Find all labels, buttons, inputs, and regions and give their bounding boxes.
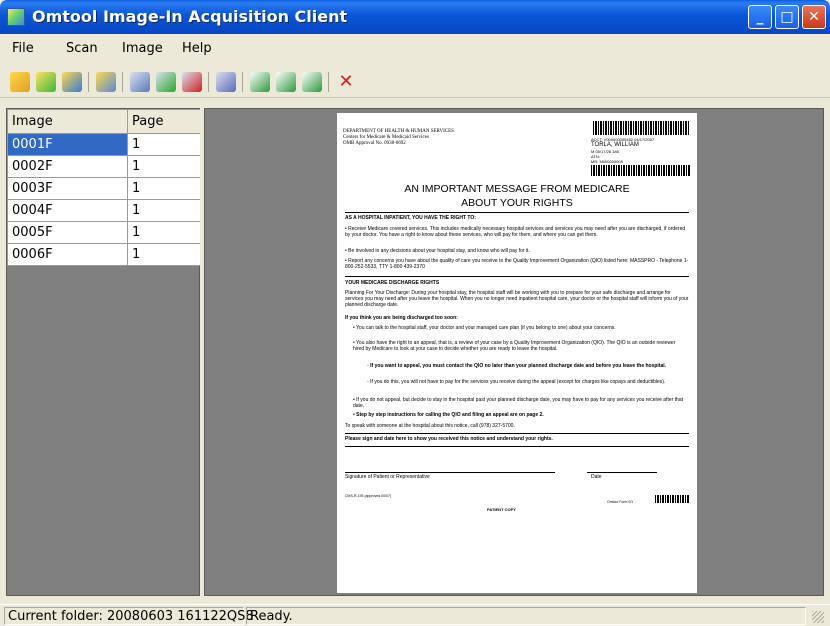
column-header-page[interactable]: Page [127,109,201,134]
concern-bullet-3: • If you do not appeal, but decide to st… [353,397,684,409]
page-cell[interactable]: 1 [127,155,201,178]
signature-line [345,472,555,473]
app-icon [7,8,25,26]
divider [345,212,689,213]
column-header-image[interactable]: Image [7,109,128,134]
table-row[interactable]: 0003F 1 [7,177,201,200]
too-soon-heading: If you think you are being discharged to… [345,315,458,321]
app-window: Omtool Image-In Acquisition Client _ □ ✕… [0,0,830,626]
page-cell[interactable]: 1 [127,243,201,266]
discharge-heading: YOUR MEDICARE DISCHARGE RIGHTS [345,280,440,286]
image-cell[interactable]: 0005F [7,221,128,244]
doc-account-info: ACCT: V000000005462 04/17/2007 TORLA, WI… [591,137,655,164]
doc-department: DEPARTMENT OF HEALTH & HUMAN SERVICES Ce… [343,129,454,146]
close-icon: ✕ [808,9,820,25]
table-row[interactable]: 0005F 1 [7,221,201,244]
signature-label: Signature of Patient or Representative [345,474,430,480]
minimize-button[interactable]: _ [748,5,772,29]
feed-icon[interactable] [130,72,150,92]
concern-bullet-4: • Step by step instructions for calling … [353,412,544,418]
rights-bullet-2: • Be involved in any decisions about you… [345,248,530,254]
image-cell[interactable]: 0003F [7,177,128,200]
table-row[interactable]: 0004F 1 [7,199,201,222]
scan-icon[interactable] [96,72,116,92]
barcode-middle [591,165,691,176]
print-icon[interactable] [216,72,236,92]
title-bar[interactable]: Omtool Image-In Acquisition Client _ □ ✕ [0,0,830,34]
page-cell[interactable]: 1 [127,133,201,156]
rights-bullet-1: • Receive Medicare covered services. Thi… [345,226,686,238]
resize-grip-icon[interactable] [812,611,824,623]
rights-heading: AS A HOSPITAL INPATIENT, YOU HAVE THE RI… [345,215,476,221]
document-page: DEPARTMENT OF HEALTH & HUMAN SERVICES Ce… [337,113,697,593]
toolbar-separator [122,72,123,92]
divider [345,276,689,277]
divider [345,433,689,434]
maximize-button[interactable]: □ [775,5,799,29]
page-cell[interactable]: 1 [127,177,201,200]
menu-file[interactable]: File [12,41,34,56]
sign-instruction: Please sign and date here to show you re… [345,436,553,442]
close-button[interactable]: ✕ [802,5,826,29]
status-bar: Current folder: 20080603 161122QS8 Ready… [0,604,830,626]
form-footer: Omtool Form 0/1 [607,500,634,504]
image-cell[interactable]: 0002F [7,155,128,178]
add-page-icon[interactable] [156,72,176,92]
status-state: Ready. [246,607,806,625]
menu-scan[interactable]: Scan [66,41,98,56]
open-folder-icon[interactable] [10,72,30,92]
status-folder: Current folder: 20080603 161122QS8 [4,607,254,625]
table-row[interactable]: 0001F 1 [7,133,201,156]
image-cell[interactable]: 0006F [7,243,128,266]
speak-line: To speak with someone at the hospital ab… [345,423,515,429]
date-line [587,472,657,473]
form-number: CMS-R-193 (approved 00/07) [345,494,392,498]
new-folder-icon[interactable] [36,72,56,92]
rotate-right-icon[interactable] [276,72,296,92]
toolbar: ✕ [0,64,830,98]
minimize-icon: _ [756,9,764,25]
delete-icon[interactable]: ✕ [336,72,356,92]
toolbar-separator [242,72,243,92]
table-row[interactable]: 0006F 1 [7,243,201,266]
date-label: Date [591,474,602,480]
appeal-sub-bullet-2: ◦ If you do this, you will not have to p… [367,379,666,385]
table-row[interactable]: 0002F 1 [7,155,201,178]
maximize-icon: □ [780,9,794,25]
remove-page-icon[interactable] [182,72,202,92]
toolbar-separator [208,72,209,92]
concern-bullet-1: • You can talk to the hospital staff, yo… [353,325,616,331]
rotate-left-icon[interactable] [250,72,270,92]
toolbar-separator [88,72,89,92]
image-cell[interactable]: 0004F [7,199,128,222]
user-folder-icon[interactable] [62,72,82,92]
doc-subtitle: ABOUT YOUR RIGHTS [461,197,573,209]
image-viewer[interactable]: DEPARTMENT OF HEALTH & HUMAN SERVICES Ce… [204,108,824,596]
image-grid: Image Page 0001F 1 0002F 1 0003F 1 0004F… [7,109,201,266]
rights-bullet-3: • Report any concerns you have about the… [345,258,689,270]
barcode-top [593,121,689,135]
menu-bar: File Scan Image Help [0,36,830,62]
page-cell[interactable]: 1 [127,199,201,222]
divider [345,446,689,447]
concern-bullet-2: • You also have the right to an appeal, … [353,340,676,352]
toolbar-separator [328,72,329,92]
planning-paragraph: Planning For Your Discharge: During your… [345,290,689,308]
patient-copy-label: PATIENT COPY [487,507,516,512]
barcode-bottom [655,495,689,503]
appeal-sub-bullet-1: ◦ If you want to appeal, you must contac… [367,363,667,369]
menu-help[interactable]: Help [182,41,212,56]
rotate-flip-icon[interactable] [302,72,322,92]
image-list-pane: Image Page 0001F 1 0002F 1 0003F 1 0004F… [6,108,201,596]
image-cell[interactable]: 0001F [7,133,128,156]
doc-title: AN IMPORTANT MESSAGE FROM MEDICARE [404,183,630,195]
page-cell[interactable]: 1 [127,221,201,244]
menu-image[interactable]: Image [122,41,163,56]
window-title: Omtool Image-In Acquisition Client [32,7,348,26]
